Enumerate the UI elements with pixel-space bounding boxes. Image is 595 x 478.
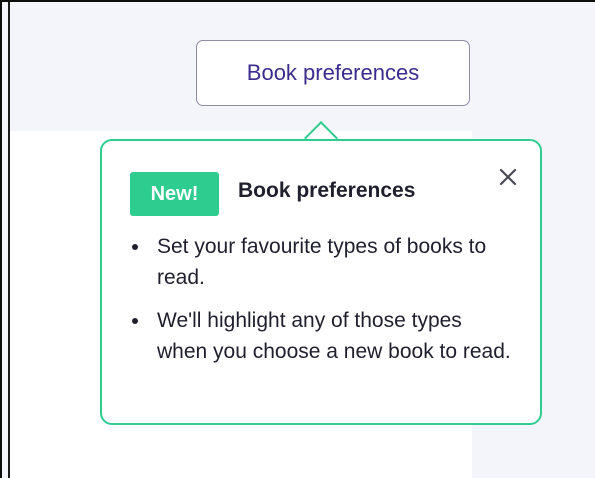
close-icon[interactable] [494,163,522,191]
bullet-text: Set your favourite types of books to rea… [157,235,487,289]
app-window: Book preferences New! Book preferences S… [0,0,595,478]
popover-bullet-list: Set your favourite types of books to rea… [132,231,512,379]
onboarding-popover: New! Book preferences Set your favourite… [100,139,542,425]
new-badge: New! [130,172,219,216]
list-item: Set your favourite types of books to rea… [132,231,512,293]
popover-title: Book preferences [238,179,416,202]
bullet-dot-icon [132,244,138,250]
bullet-text: We'll highlight any of those types when … [157,309,511,363]
list-item: We'll highlight any of those types when … [132,305,512,367]
bullet-dot-icon [132,318,138,324]
book-preferences-button[interactable]: Book preferences [196,40,470,106]
